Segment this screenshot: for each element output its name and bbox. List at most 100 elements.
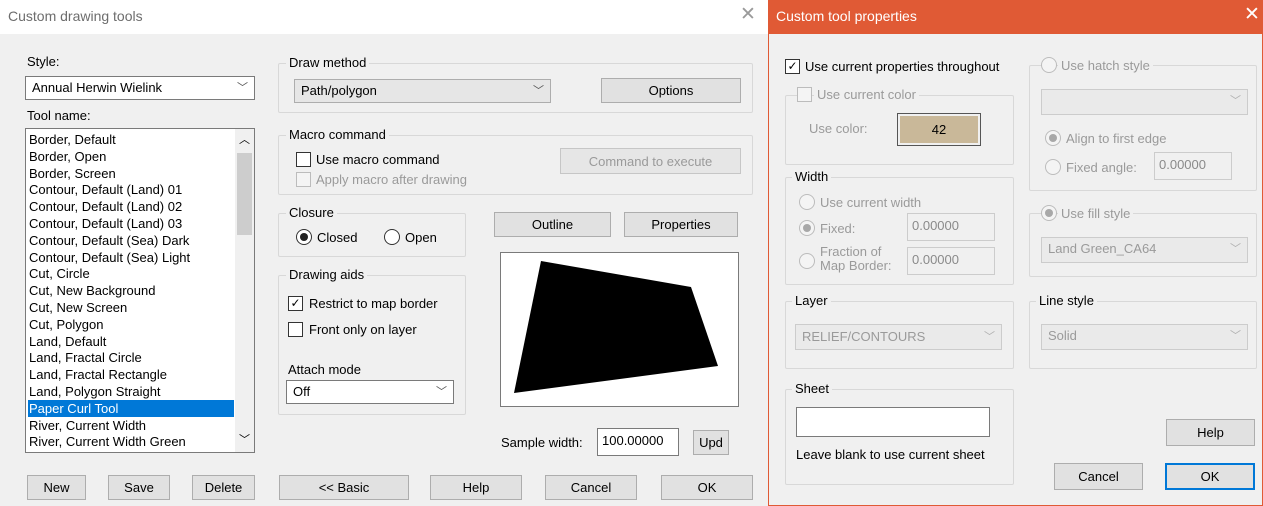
front-only-checkbox[interactable]	[288, 322, 303, 337]
fill-style-value: Land Green_CA64	[1048, 241, 1157, 256]
restrict-map-border-checkbox[interactable]: ✓	[288, 296, 303, 311]
chevron-down-icon: ﹀	[1230, 330, 1241, 342]
use-hatch-label: Use hatch style	[1058, 58, 1153, 73]
props-dialog-title: Custom tool properties	[776, 8, 917, 24]
use-current-width-radio[interactable]	[799, 194, 815, 210]
fill-style-select[interactable]: Land Green_CA64 ﹀	[1041, 237, 1248, 263]
tool-list-item[interactable]: Cut, New Screen	[28, 299, 234, 316]
properties-button[interactable]: Properties	[624, 212, 738, 237]
scroll-up-icon[interactable]: ︿	[239, 131, 250, 147]
style-value: Annual Herwin Wielink	[32, 80, 163, 95]
apply-macro-label: Apply macro after drawing	[316, 172, 468, 187]
line-style-select[interactable]: Solid ﹀	[1041, 324, 1248, 350]
closed-label: Closed	[317, 230, 358, 245]
fixed-angle-input[interactable]: 0.00000	[1154, 152, 1232, 180]
apply-macro-checkbox[interactable]	[296, 172, 311, 187]
basic-button[interactable]: << Basic	[279, 475, 409, 500]
tool-list[interactable]: Border, Default Border, Open Border, Scree…	[25, 128, 255, 453]
color-swatch-fill: 42	[900, 116, 978, 143]
tool-list-item[interactable]: Contour, Default (Sea) Light	[28, 249, 234, 266]
closed-radio[interactable]	[296, 229, 312, 245]
fraction-width-radio[interactable]	[799, 253, 815, 269]
tool-list-item[interactable]: Cut, Circle	[28, 265, 234, 282]
tool-list-item[interactable]: Cut, New Background	[28, 282, 234, 299]
tool-list-item[interactable]: Contour, Default (Sea) Dark	[28, 232, 234, 249]
width-label: Width	[792, 169, 832, 184]
tool-list-item[interactable]: Land, Fractal Rectangle	[28, 366, 234, 383]
radio-dot	[1045, 209, 1053, 217]
save-button[interactable]: Save	[108, 475, 170, 500]
use-macro-checkbox[interactable]	[296, 152, 311, 167]
use-color-label: Use color:	[809, 121, 868, 136]
attach-mode-label: Attach mode	[288, 362, 361, 377]
props-ok-button[interactable]: OK	[1165, 463, 1255, 490]
fixed-width-label: Fixed:	[820, 221, 856, 236]
fraction-label-line1: Fraction of	[820, 244, 882, 259]
front-only-label: Front only on layer	[309, 322, 417, 337]
polygon-preview-shape	[514, 261, 718, 393]
cancel-button[interactable]: Cancel	[545, 475, 637, 500]
tool-list-scrollbar[interactable]: ︿ ﹀	[235, 129, 254, 452]
tool-list-item[interactable]: Border, Screen	[28, 165, 234, 182]
tool-list-item[interactable]: Land, Polygon Straight	[28, 383, 234, 400]
open-radio[interactable]	[384, 229, 400, 245]
options-button[interactable]: Options	[601, 78, 741, 103]
chevron-down-icon: ﹀	[1230, 243, 1241, 255]
tool-list-item[interactable]: Contour, Default (Land) 01	[28, 181, 234, 198]
fixed-width-radio[interactable]	[799, 220, 815, 236]
tool-list-item[interactable]: River, Current Width Green	[28, 433, 234, 450]
upd-button[interactable]: Upd	[693, 430, 729, 455]
hatch-style-select[interactable]: ﹀	[1041, 89, 1248, 115]
close-icon[interactable]: ✕	[740, 5, 756, 24]
use-current-properties-checkbox[interactable]: ✓	[785, 59, 800, 74]
tool-list-item[interactable]: Border, Default	[28, 131, 234, 148]
sheet-input[interactable]	[796, 407, 990, 437]
use-fill-radio[interactable]	[1041, 205, 1057, 221]
use-current-properties-label: Use current properties throughout	[805, 59, 1000, 74]
tool-list-item[interactable]: Contour, Default (Land) 02	[28, 198, 234, 215]
tool-list-item[interactable]: Border, Open	[28, 148, 234, 165]
command-to-execute-button[interactable]: Command to execute	[560, 148, 741, 174]
fixed-angle-radio[interactable]	[1045, 159, 1061, 175]
color-swatch[interactable]: 42	[897, 113, 981, 146]
props-help-button[interactable]: Help	[1166, 419, 1255, 446]
ok-button[interactable]: OK	[661, 475, 753, 500]
fraction-width-input[interactable]: 0.00000	[907, 247, 995, 275]
use-macro-label: Use macro command	[316, 152, 440, 167]
tool-list-item[interactable]: Cut, Polygon	[28, 316, 234, 333]
use-current-color-checkbox[interactable]	[797, 87, 812, 102]
help-button[interactable]: Help	[430, 475, 522, 500]
layer-select[interactable]: RELIEF/CONTOURS ﹀	[795, 324, 1002, 350]
open-label: Open	[405, 230, 437, 245]
sheet-label: Sheet	[792, 381, 832, 396]
tool-list-item[interactable]: Paper Curl Tool	[28, 399, 234, 417]
custom-tool-properties-dialog: Custom tool properties ✕ ✓ Use current p…	[768, 0, 1263, 506]
delete-button[interactable]: Delete	[192, 475, 255, 500]
align-first-edge-radio[interactable]	[1045, 130, 1061, 146]
attach-mode-select[interactable]: Off ﹀	[286, 380, 454, 404]
tool-list-item[interactable]: Land, Default	[28, 333, 234, 350]
outline-button[interactable]: Outline	[494, 212, 611, 237]
style-select[interactable]: Annual Herwin Wielink ﹀	[25, 76, 255, 100]
draw-method-select[interactable]: Path/polygon ﹀	[294, 79, 551, 103]
new-button[interactable]: New	[27, 475, 86, 500]
align-first-edge-label: Align to first edge	[1066, 131, 1167, 146]
props-cancel-button[interactable]: Cancel	[1054, 463, 1143, 490]
use-hatch-radio[interactable]	[1041, 57, 1057, 73]
props-dialog-titlebar[interactable]: Custom tool properties ✕	[768, 0, 1263, 34]
scroll-thumb[interactable]	[237, 153, 252, 235]
tool-list-item[interactable]: Contour, Default (Land) 03	[28, 215, 234, 232]
chevron-down-icon: ﹀	[984, 331, 995, 343]
tool-list-item[interactable]: River, Current Width	[28, 417, 234, 434]
sample-width-input[interactable]: 100.00000	[597, 428, 679, 456]
drawing-dialog-titlebar[interactable]: Custom drawing tools ✕	[0, 0, 768, 34]
shape-preview	[500, 252, 739, 407]
close-icon[interactable]: ✕	[1244, 5, 1260, 24]
use-current-width-label: Use current width	[820, 195, 922, 210]
attach-mode-value: Off	[293, 384, 311, 399]
sheet-group	[785, 389, 1014, 485]
fixed-width-input[interactable]: 0.00000	[907, 213, 995, 241]
scroll-down-icon[interactable]: ﹀	[239, 431, 250, 447]
tool-list-item[interactable]: Land, Fractal Circle	[28, 349, 234, 366]
tool-list-item[interactable]: River, Default	[28, 450, 234, 452]
